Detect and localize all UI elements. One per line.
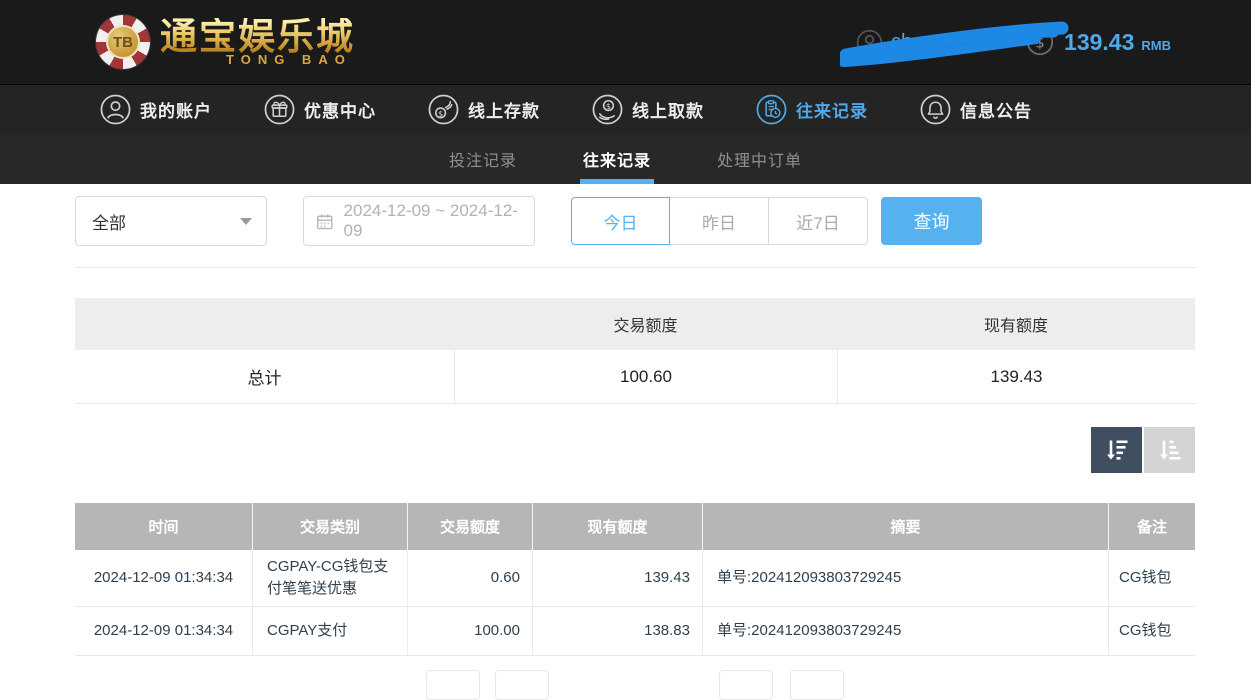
chevron-down-icon	[240, 217, 252, 225]
cell-balance: 139.43	[532, 550, 702, 606]
summary-header-current: 现有额度	[837, 298, 1195, 350]
dollar-coin-icon: $	[1026, 28, 1054, 56]
balance-currency: RMB	[1141, 37, 1171, 53]
cell-time: 2024-12-09 01:34:34	[93, 622, 234, 639]
cell-type: CGPAY支付	[252, 607, 407, 655]
search-button[interactable]: 查询	[881, 197, 982, 245]
nav-label: 信息公告	[960, 102, 1032, 121]
cell-note: CG钱包	[1108, 550, 1195, 606]
brand-name-cn: 通宝娱乐城	[160, 16, 355, 57]
nav-item-withdraw[interactable]: $ 线上取款	[592, 94, 704, 125]
range-yesterday-button[interactable]: 昨日	[670, 197, 769, 245]
avatar-icon	[856, 29, 883, 55]
pager-first-button[interactable]	[426, 670, 480, 700]
pager-last-button[interactable]	[790, 670, 844, 700]
balance-chunk[interactable]: $ 139.43 RMB	[1026, 28, 1171, 56]
tab-transaction-records[interactable]: 往来记录	[579, 134, 655, 184]
table-row: 2024-12-09 01:34:34 CGPAY-CG钱包支付笔笔送优惠 0.…	[75, 550, 1195, 607]
username-text: cheng8330	[891, 30, 991, 53]
nav-item-announcements[interactable]: 信息公告	[920, 94, 1032, 125]
top-header: TB 通宝娱乐城 TONG BAO cheng8330 $ 139.43 RMB	[0, 0, 1251, 84]
type-select-value: 全部	[92, 213, 126, 233]
tab-betting-records[interactable]: 投注记录	[449, 134, 517, 184]
section-divider	[75, 267, 1195, 268]
col-header-time: 时间	[148, 519, 179, 536]
summary-header-empty	[75, 298, 454, 350]
sort-controls	[75, 427, 1195, 473]
cell-summary: 单号:202412093803729245	[702, 607, 1108, 655]
gift-icon	[264, 94, 295, 125]
svg-text:$: $	[1035, 33, 1044, 51]
svg-text:$: $	[438, 108, 443, 118]
col-header-note: 备注	[1108, 503, 1195, 550]
date-range-value: 2024-12-09 ~ 2024-12-09	[343, 201, 518, 240]
pager-prev-button[interactable]	[495, 670, 549, 700]
records-icon	[756, 94, 787, 125]
nav-label: 我的账户	[140, 102, 212, 121]
sort-ascending-icon	[1159, 440, 1180, 460]
summary-total-label: 总计	[75, 350, 454, 403]
pager-next-button[interactable]	[719, 670, 773, 700]
sub-nav: 投注记录 往来记录 处理中订单	[0, 134, 1251, 184]
summary-table: 交易额度 现有额度 总计 100.60 139.43	[75, 298, 1195, 404]
withdraw-icon: $	[592, 94, 623, 125]
filter-row: 全部 2024-12-09 ~ 2024-12-09 今日 昨日 近7日 查询	[75, 196, 1195, 246]
cell-note: CG钱包	[1108, 607, 1195, 655]
brand-logo[interactable]: TB 通宝娱乐城 TONG BAO	[96, 15, 355, 69]
user-chunk[interactable]: cheng8330	[840, 21, 1069, 67]
main-nav: 我的账户 优惠中心 $ 线上存款 $ 线上取款 往来记录 信息公告	[0, 84, 1251, 134]
brand-name-en: TONG BAO	[226, 52, 352, 67]
poker-chip-icon: TB	[96, 15, 150, 69]
col-header-balance: 现有额度	[532, 503, 702, 550]
brand-text: 通宝娱乐城 TONG BAO	[160, 18, 355, 66]
nav-item-deposit[interactable]: $ 线上存款	[428, 94, 540, 125]
type-select[interactable]: 全部	[75, 196, 267, 246]
nav-label: 线上取款	[632, 102, 704, 121]
balance-amount: 139.43	[1064, 28, 1135, 55]
chip-label: TB	[106, 25, 140, 59]
col-header-type: 交易类别	[252, 503, 407, 550]
cell-summary: 单号:202412093803729245	[702, 550, 1108, 606]
cell-amount: 0.60	[407, 550, 532, 606]
sort-ascending-button[interactable]	[1144, 427, 1195, 473]
col-header-amount: 交易额度	[407, 503, 532, 550]
records-table: 时间 交易类别 交易额度 现有额度 摘要 备注 2024-12-09 01:34…	[75, 503, 1195, 656]
cell-time: 2024-12-09 01:34:34	[93, 569, 234, 586]
sort-descending-icon	[1106, 440, 1127, 460]
table-row: 2024-12-09 01:34:34 CGPAY支付 100.00 138.8…	[75, 607, 1195, 656]
sort-descending-button[interactable]	[1091, 427, 1142, 473]
content: 全部 2024-12-09 ~ 2024-12-09 今日 昨日 近7日 查询	[75, 196, 1195, 656]
summary-current-amount: 139.43	[837, 350, 1195, 403]
date-range-input[interactable]: 2024-12-09 ~ 2024-12-09	[303, 196, 535, 246]
nav-item-transaction-records[interactable]: 往来记录	[756, 94, 868, 125]
range-last7days-button[interactable]: 近7日	[769, 197, 868, 245]
user-area: cheng8330 $ 139.43 RMB	[840, 21, 1171, 67]
nav-label: 线上存款	[468, 102, 540, 121]
records-header-row: 时间 交易类别 交易额度 现有额度 摘要 备注	[75, 503, 1195, 550]
nav-label: 优惠中心	[304, 102, 376, 121]
svg-text:$: $	[606, 101, 611, 111]
col-header-summary: 摘要	[702, 503, 1108, 550]
calendar-icon	[317, 213, 333, 229]
cell-balance: 138.83	[532, 607, 702, 655]
deposit-icon: $	[428, 94, 459, 125]
bell-icon	[920, 94, 951, 125]
nav-item-my-account[interactable]: 我的账户	[100, 94, 212, 125]
cell-type: CGPAY-CG钱包支付笔笔送优惠	[252, 550, 407, 606]
cell-amount: 100.00	[407, 607, 532, 655]
quick-range-group: 今日 昨日 近7日	[571, 197, 868, 245]
summary-header-transaction: 交易额度	[454, 298, 837, 350]
nav-label: 往来记录	[796, 102, 868, 121]
range-today-button[interactable]: 今日	[571, 197, 670, 245]
tab-pending-orders[interactable]: 处理中订单	[717, 134, 802, 184]
nav-item-promotions[interactable]: 优惠中心	[264, 94, 376, 125]
summary-transaction-amount: 100.60	[454, 350, 837, 403]
user-circle-icon	[100, 94, 131, 125]
